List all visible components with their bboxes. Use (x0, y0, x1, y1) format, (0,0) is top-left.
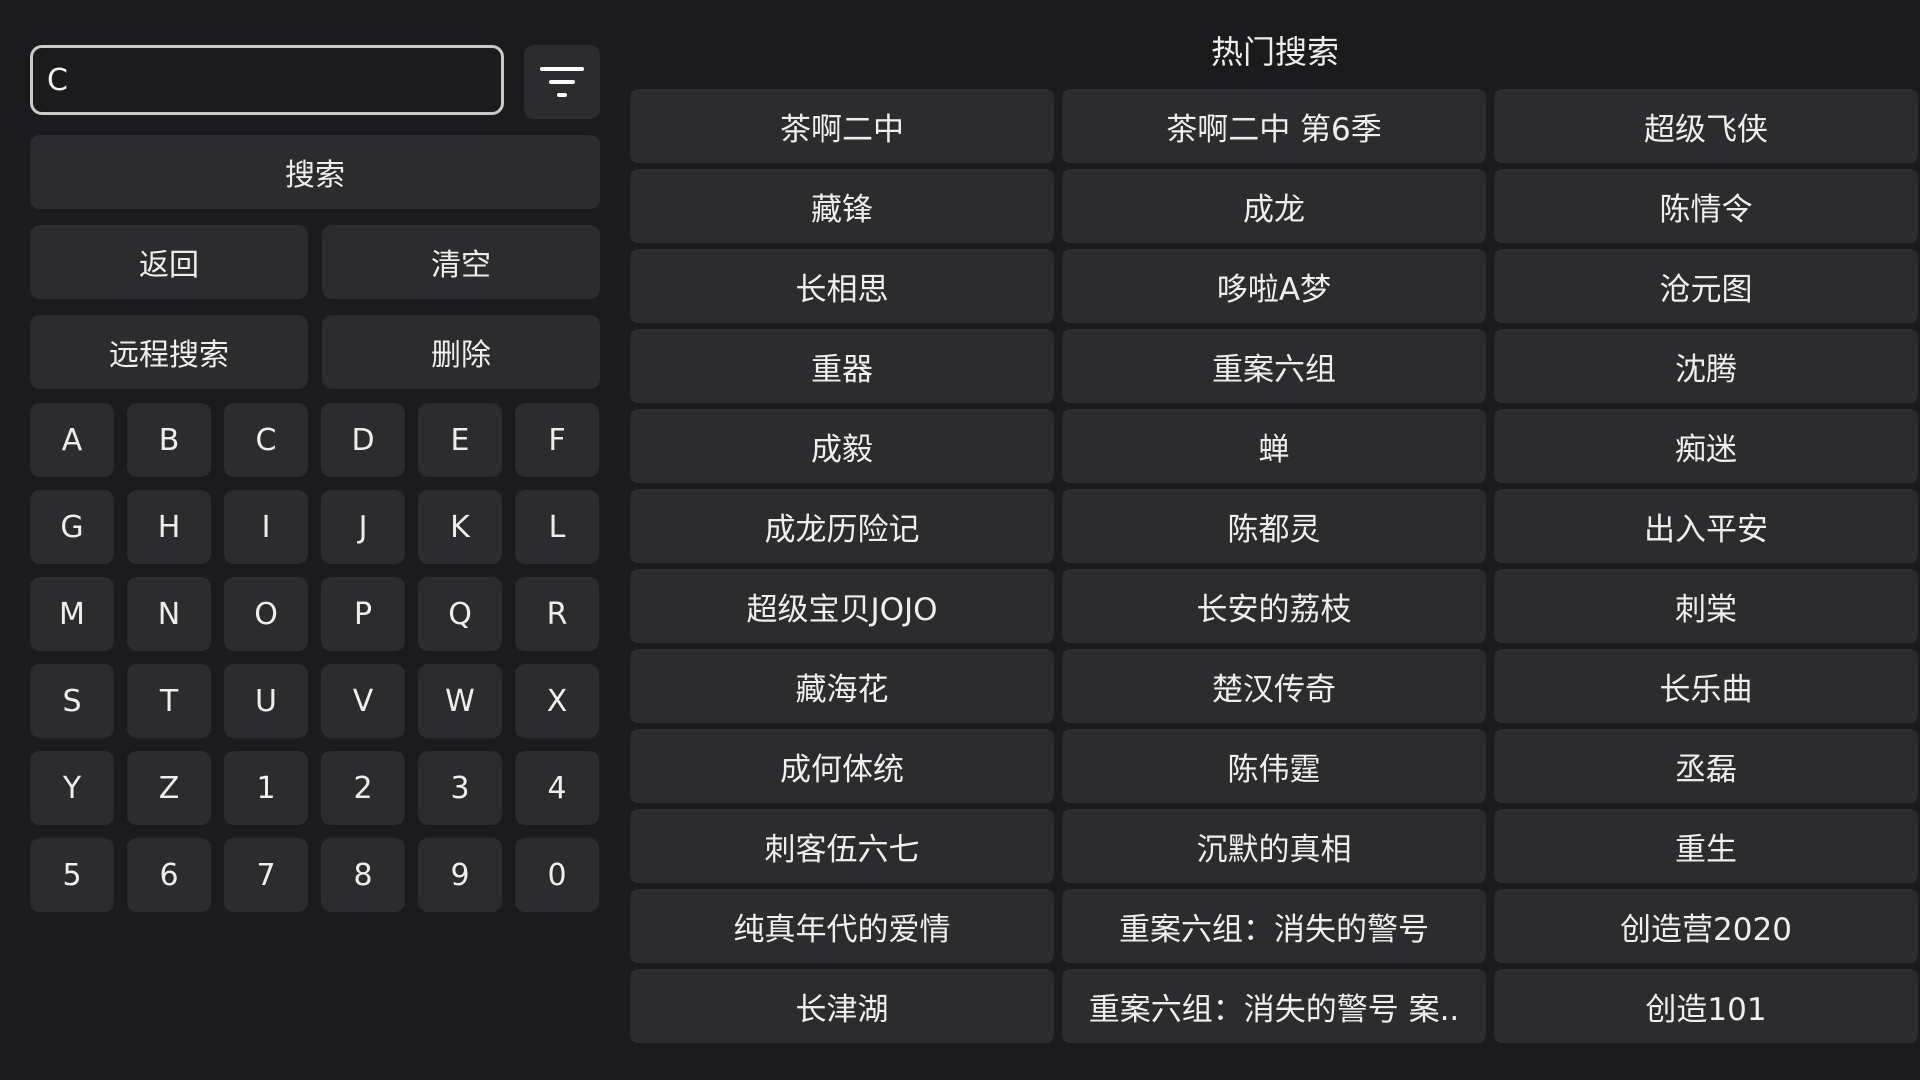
hot-search-item[interactable]: 藏锋 (630, 169, 1054, 243)
hot-search-item[interactable]: 丞磊 (1494, 729, 1918, 803)
key-h[interactable]: H (127, 490, 211, 564)
hot-search-item[interactable]: 哆啦A梦 (1062, 249, 1486, 323)
hot-search-item[interactable]: 长乐曲 (1494, 649, 1918, 723)
left-panel: 搜索 返回 清空 远程搜索 删除 ABCDEF GHIJKL MNOPQR STUVW… (30, 45, 600, 912)
hot-search-item[interactable]: 沧元图 (1494, 249, 1918, 323)
hot-search-item[interactable]: 出入平安 (1494, 489, 1918, 563)
hot-search-item[interactable]: 沈腾 (1494, 329, 1918, 403)
hot-search-item[interactable]: 成毅 (630, 409, 1054, 483)
hot-search-item[interactable]: 重案六组 (1062, 329, 1486, 403)
key-u[interactable]: U (224, 664, 308, 738)
search-input[interactable] (30, 45, 504, 115)
key-c[interactable]: C (224, 403, 308, 477)
key-l[interactable]: L (515, 490, 599, 564)
hot-search-item[interactable]: 重案六组：消失的警号 (1062, 889, 1486, 963)
key-i[interactable]: I (224, 490, 308, 564)
hot-search-item[interactable]: 茶啊二中 第6季 (1062, 89, 1486, 163)
hot-search-item[interactable]: 成龙 (1062, 169, 1486, 243)
key-x[interactable]: X (515, 664, 599, 738)
search-page: 搜索 返回 清空 远程搜索 删除 ABCDEF GHIJKL MNOPQR STUVW… (0, 0, 1920, 1080)
key-y[interactable]: Y (30, 751, 114, 825)
key-w[interactable]: W (418, 664, 502, 738)
hot-search-item[interactable]: 超级飞侠 (1494, 89, 1918, 163)
hot-search-item[interactable]: 长安的荔枝 (1062, 569, 1486, 643)
delete-button[interactable]: 删除 (322, 315, 600, 389)
key-e[interactable]: E (418, 403, 502, 477)
hot-search-grid: 茶啊二中 茶啊二中 第6季 超级飞侠藏锋 成龙 陈情令长相思 哆啦A梦 沧元图重器 重案六组沈… (630, 89, 1918, 1043)
key-q[interactable]: Q (418, 577, 502, 651)
key-d[interactable]: D (321, 403, 405, 477)
key-8[interactable]: 8 (321, 838, 405, 912)
keyboard: ABCDEF GHIJKL MNOPQR STUVWX YZ1234 567890 (30, 403, 600, 912)
key-2[interactable]: 2 (321, 751, 405, 825)
key-3[interactable]: 3 (418, 751, 502, 825)
hot-search-item[interactable]: 痴迷 (1494, 409, 1918, 483)
key-z[interactable]: Z (127, 751, 211, 825)
key-a[interactable]: A (30, 403, 114, 477)
key-7[interactable]: 7 (224, 838, 308, 912)
hot-search-item[interactable]: 楚汉传奇 (1062, 649, 1486, 723)
hot-search-item[interactable]: 重器 (630, 329, 1054, 403)
key-t[interactable]: T (127, 664, 211, 738)
filter-button[interactable] (524, 45, 600, 119)
key-r[interactable]: R (515, 577, 599, 651)
hot-search-item[interactable]: 长相思 (630, 249, 1054, 323)
key-0[interactable]: 0 (515, 838, 599, 912)
hot-search-item[interactable]: 重生 (1494, 809, 1918, 883)
hot-search-item[interactable]: 纯真年代的爱情 (630, 889, 1054, 963)
key-9[interactable]: 9 (418, 838, 502, 912)
key-k[interactable]: K (418, 490, 502, 564)
key-o[interactable]: O (224, 577, 308, 651)
hot-search-title: 热门搜索 (1210, 33, 1339, 71)
hot-search-item[interactable]: 成龙历险记 (630, 489, 1054, 563)
hot-search-item[interactable]: 创造营2020 (1494, 889, 1918, 963)
hot-search-item[interactable]: 陈都灵 (1062, 489, 1486, 563)
hot-search-item[interactable]: 重案六组：消失的警号 案.. (1062, 969, 1486, 1043)
hot-search-item[interactable]: 茶啊二中 (630, 89, 1054, 163)
hot-search-item[interactable]: 刺客伍六七 (630, 809, 1054, 883)
key-j[interactable]: J (321, 490, 405, 564)
hot-search-item[interactable]: 陈伟霆 (1062, 729, 1486, 803)
hot-search-item[interactable]: 蝉 (1062, 409, 1486, 483)
hot-search-item[interactable]: 陈情令 (1494, 169, 1918, 243)
search-row (30, 45, 600, 119)
hot-search-item[interactable]: 沉默的真相 (1062, 809, 1486, 883)
key-p[interactable]: P (321, 577, 405, 651)
key-v[interactable]: V (321, 664, 405, 738)
key-n[interactable]: N (127, 577, 211, 651)
hot-search-item[interactable]: 超级宝贝JOJO (630, 569, 1054, 643)
back-button[interactable]: 返回 (30, 225, 308, 299)
remote-search-button[interactable]: 远程搜索 (30, 315, 308, 389)
key-4[interactable]: 4 (515, 751, 599, 825)
hot-search-item[interactable]: 藏海花 (630, 649, 1054, 723)
hot-search-item[interactable]: 成何体统 (630, 729, 1054, 803)
search-button[interactable]: 搜索 (30, 135, 600, 209)
key-g[interactable]: G (30, 490, 114, 564)
key-1[interactable]: 1 (224, 751, 308, 825)
key-6[interactable]: 6 (127, 838, 211, 912)
hot-search-item[interactable]: 长津湖 (630, 969, 1054, 1043)
action-row-1: 返回 清空 (30, 225, 600, 299)
key-5[interactable]: 5 (30, 838, 114, 912)
hot-search-item[interactable]: 创造101 (1494, 969, 1918, 1043)
key-b[interactable]: B (127, 403, 211, 477)
action-row-2: 远程搜索 删除 (30, 315, 600, 389)
clear-button[interactable]: 清空 (322, 225, 600, 299)
filter-icon (540, 67, 584, 97)
hot-search-item[interactable]: 刺棠 (1494, 569, 1918, 643)
key-s[interactable]: S (30, 664, 114, 738)
key-f[interactable]: F (515, 403, 599, 477)
key-m[interactable]: M (30, 577, 114, 651)
